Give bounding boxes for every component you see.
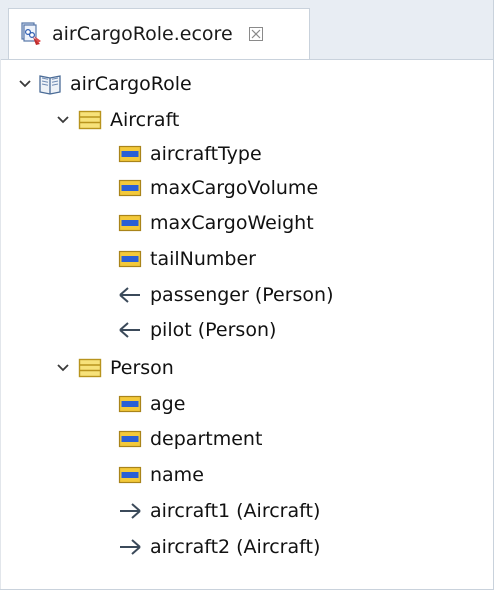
eattribute-icon bbox=[118, 428, 142, 450]
tree-item-label: aircraft1 (Aircraft) bbox=[150, 500, 321, 522]
tree-item-attribute[interactable]: aircraftType bbox=[118, 136, 262, 172]
eattribute-icon bbox=[118, 212, 142, 234]
chevron-down-icon[interactable] bbox=[54, 359, 72, 377]
eattribute-icon bbox=[118, 248, 142, 270]
chevron-down-icon[interactable] bbox=[54, 111, 72, 129]
editor-left-border bbox=[0, 59, 1, 590]
tree-item-label: department bbox=[150, 428, 263, 450]
eattribute-icon bbox=[118, 393, 142, 415]
tree-item-reference[interactable]: pilot (Person) bbox=[118, 312, 276, 348]
ecore-file-icon bbox=[18, 21, 44, 47]
ereference-incoming-icon bbox=[118, 284, 142, 306]
tree-item-attribute[interactable]: maxCargoWeight bbox=[118, 205, 314, 241]
tree-item-label: airCargoRole bbox=[70, 73, 192, 95]
tree-item-label: name bbox=[150, 464, 204, 486]
tree-item-attribute[interactable]: maxCargoVolume bbox=[118, 170, 318, 206]
tree-item-label: pilot (Person) bbox=[150, 319, 277, 341]
tree-item-person[interactable]: Person bbox=[54, 350, 174, 386]
tree-item-attribute[interactable]: name bbox=[118, 457, 204, 493]
eattribute-icon bbox=[118, 177, 142, 199]
eattribute-icon bbox=[118, 464, 142, 486]
tab-title: airCargoRole.ecore bbox=[52, 23, 233, 45]
ereference-incoming-icon bbox=[118, 319, 142, 341]
tree-item-reference[interactable]: aircraft1 (Aircraft) bbox=[118, 493, 320, 529]
tree-item-label: tailNumber bbox=[150, 248, 256, 270]
tree-item-reference[interactable]: passenger (Person) bbox=[118, 277, 334, 313]
package-icon bbox=[38, 73, 62, 95]
chevron-down-icon[interactable] bbox=[16, 75, 34, 93]
ereference-outgoing-icon bbox=[118, 536, 142, 558]
tree-item-label: Aircraft bbox=[110, 109, 180, 131]
tree-item-attribute[interactable]: tailNumber bbox=[118, 241, 256, 277]
eclass-icon bbox=[78, 109, 102, 131]
tree-item-label: maxCargoVolume bbox=[150, 177, 319, 199]
tree-item-label: aircraft2 (Aircraft) bbox=[150, 536, 321, 558]
tree-item-aircraft[interactable]: Aircraft bbox=[54, 102, 179, 138]
eclass-icon bbox=[78, 357, 102, 379]
editor-tab-bar: airCargoRole.ecore bbox=[0, 0, 494, 60]
tab-aircargorole-ecore[interactable]: airCargoRole.ecore bbox=[8, 8, 310, 59]
tree-item-label: Person bbox=[110, 357, 174, 379]
tree-item-reference[interactable]: aircraft2 (Aircraft) bbox=[118, 529, 320, 565]
tree-item-attribute[interactable]: department bbox=[118, 421, 262, 457]
tree-item-label: age bbox=[150, 393, 186, 415]
tree-item-attribute[interactable]: age bbox=[118, 386, 185, 422]
eattribute-icon bbox=[118, 143, 142, 165]
tree-item-aircargorole[interactable]: airCargoRole bbox=[16, 66, 192, 102]
tree-item-label: maxCargoWeight bbox=[150, 212, 314, 234]
tree-item-label: passenger (Person) bbox=[150, 284, 334, 306]
tree-item-label: aircraftType bbox=[150, 143, 262, 165]
ereference-outgoing-icon bbox=[118, 500, 142, 522]
editor-frame: airCargoRole.ecore airCargoRole Aircraft… bbox=[0, 0, 494, 590]
close-icon[interactable] bbox=[247, 25, 265, 43]
